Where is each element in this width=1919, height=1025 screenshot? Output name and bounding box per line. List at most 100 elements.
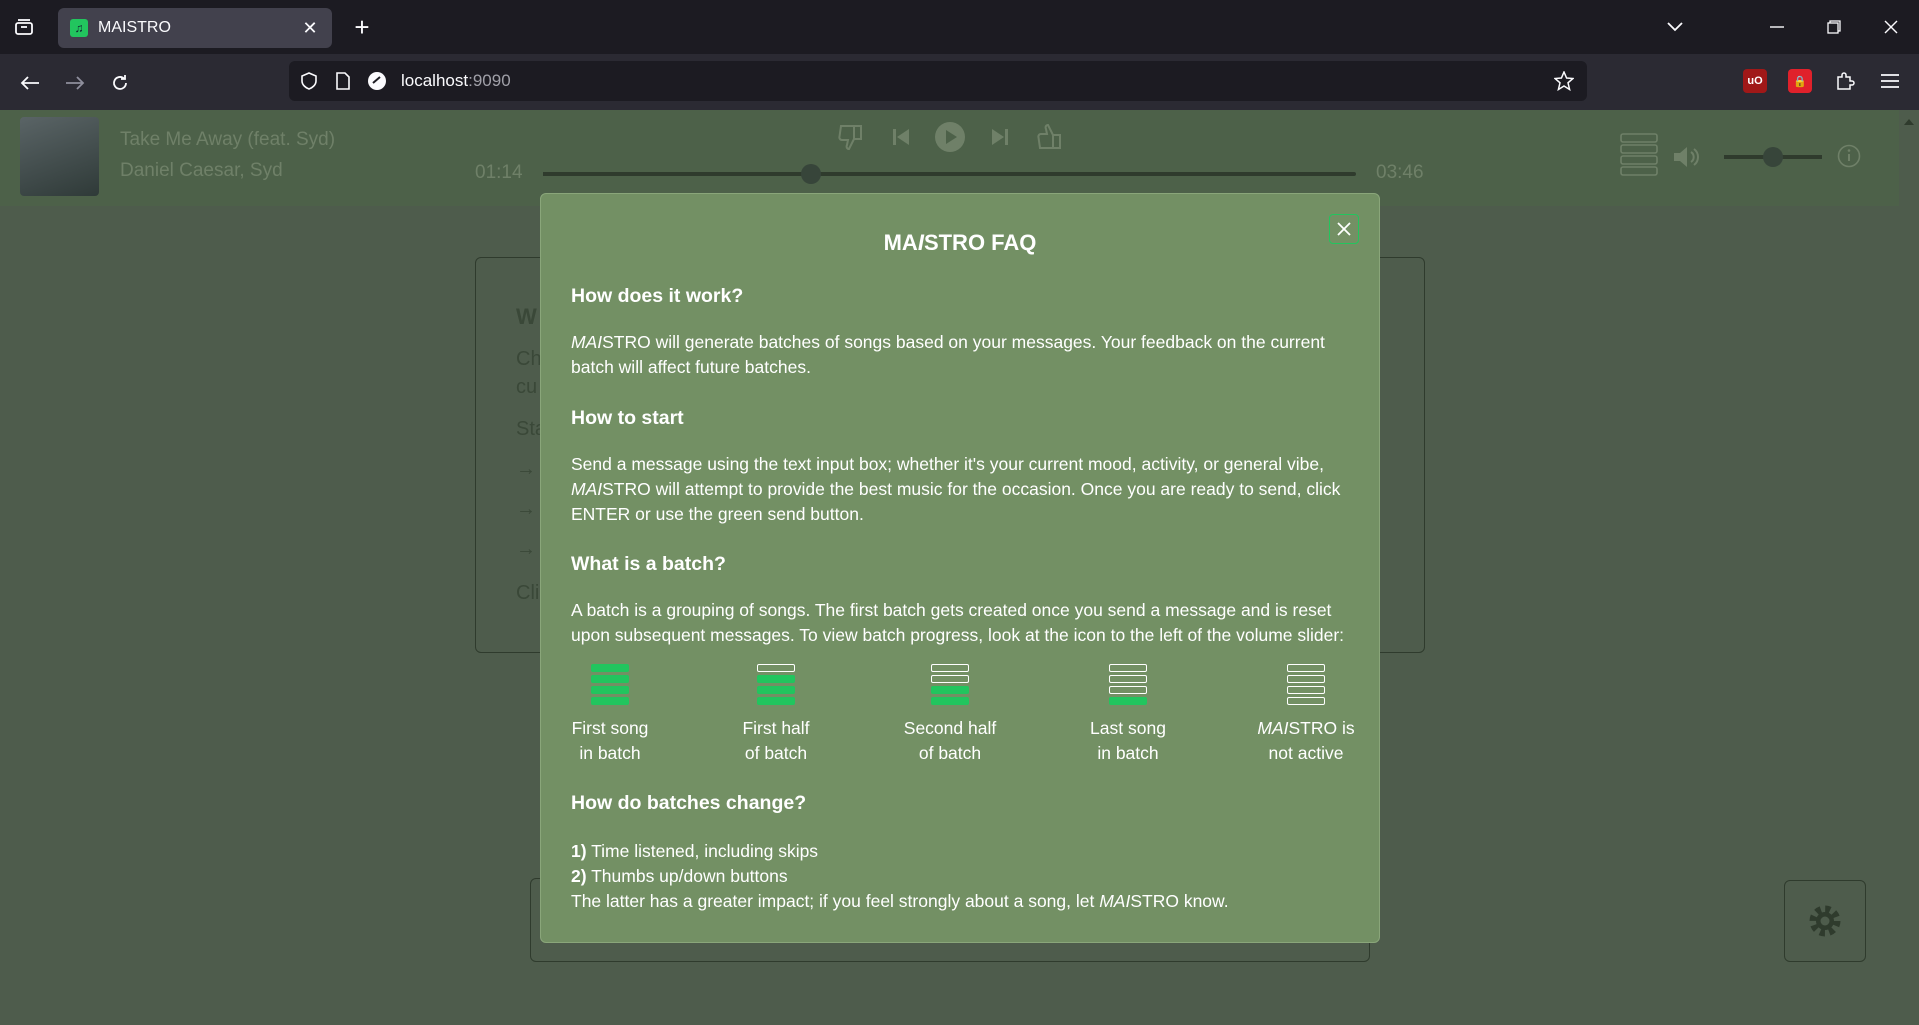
song-artist: Daniel Caesar, Syd (120, 160, 283, 181)
bookmark-star-icon[interactable] (1553, 70, 1575, 92)
batch-state-label: not active (1268, 743, 1344, 763)
speaker-volume-icon[interactable] (1670, 140, 1704, 174)
previous-track-icon[interactable] (884, 120, 918, 154)
restore-icon[interactable] (1819, 12, 1849, 42)
batch-state-label: First song (571, 718, 649, 738)
batch-segment (1109, 686, 1147, 694)
browser-tab-bar: ♫ MAISTRO ✕ + (0, 0, 1919, 54)
arrow-fragment: → (516, 458, 536, 480)
tab-close-icon[interactable]: ✕ (298, 16, 322, 40)
song-title: Take Me Away (feat. Syd) (120, 129, 336, 150)
thumbs-up-icon[interactable] (1033, 120, 1067, 154)
batch-progress-icon (591, 664, 629, 708)
settings-gear-icon[interactable] (1784, 880, 1866, 962)
extensions-puzzle-icon[interactable] (1833, 69, 1857, 93)
faq-heading: What is a batch? (571, 553, 726, 575)
welcome-text-fragment: Cli (516, 582, 540, 604)
volume-slider[interactable] (1724, 147, 1822, 167)
batch-segment (591, 675, 629, 683)
music-player-bar: Take Me Away (feat. Syd) Daniel Caesar, … (0, 110, 1899, 206)
batch-segment (1287, 697, 1325, 705)
thumbs-down-icon[interactable] (834, 120, 868, 154)
faq-modal: MAISTRO FAQ How does it work? MAISTRO wi… (540, 193, 1380, 943)
batch-progress-icon (1620, 132, 1658, 178)
batch-segment (931, 664, 969, 672)
url-bar[interactable]: localhost:9090 (289, 61, 1587, 101)
batch-segment (757, 664, 795, 672)
batch-segment (931, 675, 969, 683)
batch-state-label: in batch (579, 743, 641, 763)
hamburger-menu-icon[interactable] (1878, 69, 1902, 93)
batch-progress-icon (1109, 664, 1147, 708)
batch-state-label: Second half (903, 718, 997, 738)
batch-segment (1287, 686, 1325, 694)
batch-segment (757, 675, 795, 683)
batch-segment (757, 686, 795, 694)
minimize-icon[interactable] (1762, 12, 1792, 42)
batch-segment (1109, 664, 1147, 672)
batch-progress-icon (757, 664, 795, 708)
forward-arrow-icon[interactable] (60, 68, 90, 98)
reload-icon[interactable] (105, 68, 135, 98)
batch-segment (931, 686, 969, 694)
batch-progress-icon (931, 664, 969, 708)
batch-state: Last song in batch (1068, 664, 1188, 766)
url-text[interactable]: localhost:9090 (401, 71, 511, 91)
list-item: 1) Time listened, including skips (571, 841, 819, 861)
ublock-origin-icon[interactable]: uO (1743, 69, 1767, 93)
new-tab-plus-icon[interactable]: + (348, 12, 376, 42)
batch-state-label: MAISTRO is (1257, 718, 1355, 738)
arrow-fragment: → (516, 538, 536, 560)
batch-state: MAISTRO is not active (1246, 664, 1366, 766)
page-icon[interactable] (332, 70, 354, 92)
batch-segment (1287, 664, 1325, 672)
batch-state-label: First half (742, 718, 810, 738)
page-scrollbar[interactable] (1899, 110, 1919, 1025)
batch-segment (757, 697, 795, 705)
shield-icon[interactable] (298, 70, 320, 92)
welcome-heading-fragment: W (516, 304, 537, 329)
list-footer: The latter has a greater impact; if you … (571, 891, 1229, 911)
list-item: 2) Thumbs up/down buttons (571, 866, 788, 886)
duration-time: 03:46 (1376, 162, 1424, 183)
elapsed-time: 01:14 (475, 162, 523, 183)
modal-title: MAISTRO FAQ (883, 230, 1037, 255)
volume-knob[interactable] (1763, 147, 1783, 167)
batch-progress-icon (1287, 664, 1325, 708)
batch-segment (591, 664, 629, 672)
batch-state-label: of batch (918, 743, 982, 763)
welcome-text-fragment: Ch (516, 348, 542, 370)
welcome-text-fragment: cu (516, 376, 538, 398)
faq-answer: Send a message using the text input box;… (571, 454, 1341, 524)
connection-icon[interactable] (366, 70, 388, 92)
faq-answer: A batch is a grouping of songs. The firs… (571, 600, 1345, 645)
batch-state-label: of batch (744, 743, 808, 763)
next-track-icon[interactable] (983, 120, 1017, 154)
batch-segment (1109, 697, 1147, 705)
tab-title: MAISTRO (98, 19, 171, 36)
arrow-fragment: → (516, 498, 536, 520)
music-note-icon: ♫ (70, 19, 88, 37)
window-close-icon[interactable] (1876, 12, 1906, 42)
info-icon[interactable] (1832, 139, 1866, 173)
back-arrow-icon[interactable] (15, 68, 45, 98)
batch-state: Second half of batch (890, 664, 1010, 766)
batch-segment (1109, 675, 1147, 683)
batch-segment (931, 697, 969, 705)
faq-heading: How to start (571, 407, 684, 429)
batch-segment (591, 686, 629, 694)
lock-extension-icon[interactable]: 🔒 (1788, 69, 1812, 93)
play-button-icon[interactable] (933, 120, 967, 154)
batch-state-label: Last song (1090, 718, 1166, 738)
browser-nav-bar: localhost:9090 uO 🔒 (0, 54, 1919, 110)
browser-tab-maistro[interactable]: ♫ MAISTRO ✕ (58, 8, 332, 48)
faq-heading: How does it work? (571, 285, 744, 307)
batch-segment (591, 697, 629, 705)
progress-knob[interactable] (801, 164, 822, 184)
progress-bar[interactable] (543, 164, 1356, 184)
batch-state: First song in batch (550, 664, 670, 766)
faq-answer: 1) Time listened, including skips 2) Thu… (571, 839, 1361, 914)
chevron-down-icon[interactable] (1660, 12, 1690, 42)
tab-list-icon[interactable] (10, 14, 38, 40)
progress-fill (543, 172, 812, 176)
